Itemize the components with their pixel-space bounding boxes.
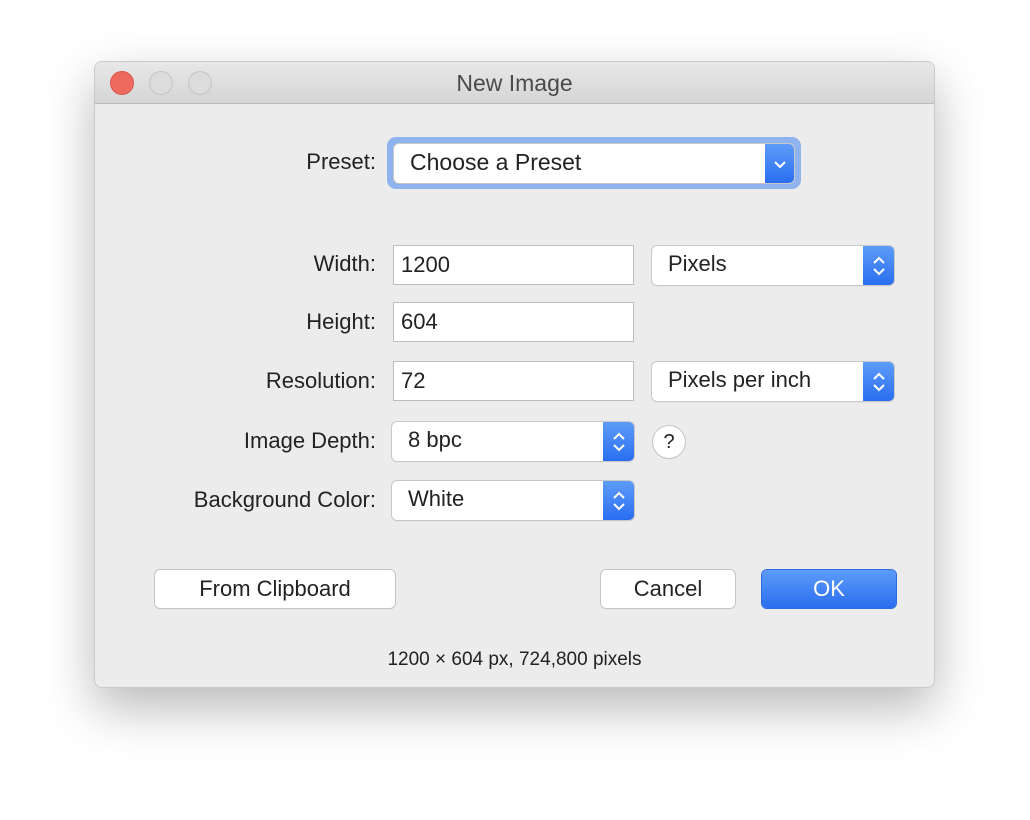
height-input[interactable]: 604 [393,302,634,342]
image-depth-value: 8 bpc [408,427,462,452]
up-down-chevron-icon [863,246,894,285]
background-color-label: Background Color: [193,487,376,512]
preset-select[interactable]: Choose a Preset [394,144,794,183]
height-label: Height: [306,309,376,334]
chevron-down-icon [765,144,794,183]
cancel-button[interactable]: Cancel [601,570,735,608]
background-color-value: White [408,486,465,511]
help-button[interactable]: ? [653,426,685,458]
width-input[interactable]: 1200 [393,245,634,285]
up-down-chevron-icon [863,362,894,401]
up-down-chevron-icon [603,481,634,520]
preset-label: Preset: [306,149,376,174]
preset-value: Choose a Preset [410,149,582,175]
width-unit-select[interactable]: Pixels [652,246,894,285]
new-image-dialog: New Image Preset: Choose a Preset Width:… [94,61,935,688]
ok-button[interactable]: OK [762,570,896,608]
up-down-chevron-icon [603,422,634,461]
background-color-select[interactable]: White [392,481,634,520]
window-title: New Image [456,70,573,96]
resolution-input[interactable]: 72 [393,361,634,401]
width-unit-value: Pixels [668,251,727,276]
width-label: Width: [313,251,376,276]
image-size-summary: 1200 × 604 px, 724,800 pixels [387,649,642,670]
title-bar: New Image [95,62,934,104]
from-clipboard-button[interactable]: From Clipboard [155,570,395,608]
image-depth-select[interactable]: 8 bpc [392,422,634,461]
resolution-unit-value: Pixels per inch [668,367,812,392]
resolution-label: Resolution: [265,368,376,393]
image-depth-label: Image Depth: [243,428,376,453]
resolution-unit-select[interactable]: Pixels per inch [652,362,894,401]
